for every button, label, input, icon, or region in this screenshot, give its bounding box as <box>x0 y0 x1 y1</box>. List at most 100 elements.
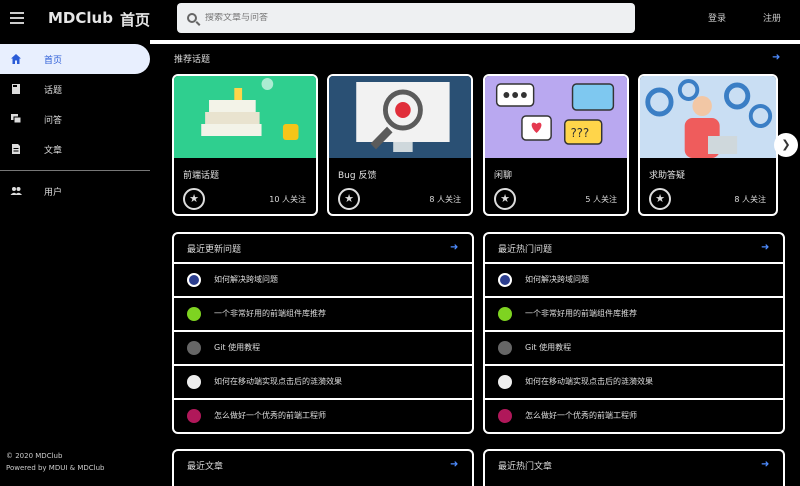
topic-cover-image <box>174 76 316 158</box>
arrow-right-icon[interactable]: ➜ <box>450 243 460 253</box>
list-item-title: 怎么做好一个优秀的前端工程师 <box>214 411 326 420</box>
carousel-next-button[interactable]: ❯ <box>774 133 798 157</box>
search-input[interactable] <box>205 13 605 23</box>
top-app-bar: MDClub 首页 登录 注册 <box>0 0 800 38</box>
avatar <box>187 341 201 355</box>
topic-card[interactable]: 前端话题 ★ 10 人关注 <box>172 74 318 216</box>
avatar <box>498 341 512 355</box>
panel-header[interactable]: 最近热门文章 ➜ <box>485 451 783 479</box>
avatar <box>498 409 512 423</box>
topic-card[interactable]: 求助答疑 ★ 8 人关注 <box>638 74 778 216</box>
avatar <box>187 273 201 287</box>
topic-name: 前端话题 <box>183 171 220 181</box>
section-title-topics: 推荐话题 <box>174 55 211 65</box>
panel-latest-questions: 最近更新问题 ➜ 如何解决跨域问题 一个非常好用的前端组件库推荐 Git 使用教… <box>172 232 474 434</box>
list-item-title: 如何解决跨域问题 <box>214 275 278 284</box>
panel-header[interactable]: 最近热门问题 ➜ <box>485 234 783 262</box>
star-icon[interactable]: ★ <box>494 188 516 210</box>
people-icon <box>10 187 22 195</box>
list-item-title: 如何在移动端实现点击后的涟漪效果 <box>214 377 342 386</box>
panel-title: 最近热门文章 <box>498 462 553 472</box>
sidebar-item-label: 问答 <box>44 115 63 126</box>
arrow-right-icon[interactable]: ➜ <box>450 460 460 470</box>
topic-cover-image <box>640 76 776 158</box>
footer-copyright: © 2020 MDClub <box>6 452 63 460</box>
list-item[interactable]: 如何解决跨域问题 <box>174 262 472 296</box>
chevron-right-icon: ❯ <box>781 138 791 151</box>
topic-cover-image: ??? <box>485 76 627 158</box>
topic-name: Bug 反馈 <box>338 171 377 181</box>
article-icon <box>12 144 20 154</box>
sidebar-item-articles[interactable]: 文章 <box>0 134 150 164</box>
sidebar-item-label: 首页 <box>44 55 63 66</box>
avatar <box>187 307 201 321</box>
panel-latest-articles: 最近文章 ➜ <box>172 449 474 486</box>
arrow-right-icon[interactable]: ➜ <box>772 53 782 63</box>
panel-header[interactable]: 最近文章 ➜ <box>174 451 472 479</box>
sidebar-item-topics[interactable]: 话题 <box>0 74 150 104</box>
list-item-title: 怎么做好一个优秀的前端工程师 <box>525 411 637 420</box>
topic-followers: 8 人关注 <box>734 195 766 204</box>
topic-name: 求助答疑 <box>649 171 686 181</box>
brand-logo[interactable]: MDClub <box>48 9 113 27</box>
list-item-title: 一个非常好用的前端组件库推荐 <box>525 309 637 318</box>
sidebar-item-users[interactable]: 用户 <box>0 176 150 206</box>
panel-hot-questions: 最近热门问题 ➜ 如何解决跨域问题 一个非常好用的前端组件库推荐 Git 使用教… <box>483 232 785 434</box>
sidebar: 首页 话题 问答 文章 用户 © 2020 MDClub Powered by … <box>0 44 152 486</box>
list-item-title: 如何解决跨域问题 <box>525 275 589 284</box>
menu-icon[interactable] <box>10 12 24 24</box>
list-item[interactable]: 如何在移动端实现点击后的涟漪效果 <box>174 364 472 398</box>
list-item[interactable]: 如何解决跨域问题 <box>485 262 783 296</box>
star-icon[interactable]: ★ <box>649 188 671 210</box>
sidebar-divider <box>0 170 150 171</box>
home-icon <box>11 54 21 64</box>
list-item[interactable]: 一个非常好用的前端组件库推荐 <box>485 296 783 330</box>
panel-title: 最近更新问题 <box>187 245 242 255</box>
sidebar-item-label: 话题 <box>44 85 63 96</box>
page-title: 首页 <box>120 11 151 29</box>
register-link[interactable]: 注册 <box>763 11 781 24</box>
list-item[interactable]: 怎么做好一个优秀的前端工程师 <box>485 398 783 432</box>
panel-title: 最近热门问题 <box>498 245 553 255</box>
topic-followers: 10 人关注 <box>269 195 306 204</box>
book-icon <box>12 84 20 94</box>
panel-title: 最近文章 <box>187 462 224 472</box>
forum-icon <box>11 114 22 124</box>
panel-header[interactable]: 最近更新问题 ➜ <box>174 234 472 262</box>
sidebar-item-questions[interactable]: 问答 <box>0 104 150 134</box>
arrow-right-icon[interactable]: ➜ <box>761 243 771 253</box>
list-item[interactable]: Git 使用教程 <box>485 330 783 364</box>
search-box[interactable] <box>177 3 635 33</box>
avatar <box>498 273 512 287</box>
avatar <box>498 375 512 389</box>
list-item[interactable]: 怎么做好一个优秀的前端工程师 <box>174 398 472 432</box>
panel-hot-articles: 最近热门文章 ➜ <box>483 449 785 486</box>
list-item-title: 如何在移动端实现点击后的涟漪效果 <box>525 377 653 386</box>
star-icon[interactable]: ★ <box>338 188 360 210</box>
list-item[interactable]: Git 使用教程 <box>174 330 472 364</box>
sidebar-item-label: 用户 <box>44 187 63 198</box>
sidebar-item-home[interactable]: 首页 <box>0 44 150 74</box>
avatar <box>187 375 201 389</box>
topic-followers: 5 人关注 <box>585 195 617 204</box>
star-icon[interactable]: ★ <box>183 188 205 210</box>
list-item-title: Git 使用教程 <box>525 343 572 352</box>
search-icon <box>187 13 197 23</box>
list-item-title: 一个非常好用的前端组件库推荐 <box>214 309 326 318</box>
list-item-title: Git 使用教程 <box>214 343 261 352</box>
topic-card[interactable]: ??? 闲聊 ★ 5 人关注 <box>483 74 629 216</box>
footer-powered-by: Powered by MDUI & MDClub <box>6 464 105 472</box>
svg-text:???: ??? <box>571 126 590 140</box>
list-item[interactable]: 如何在移动端实现点击后的涟漪效果 <box>485 364 783 398</box>
topic-name: 闲聊 <box>494 171 513 181</box>
list-item[interactable]: 一个非常好用的前端组件库推荐 <box>174 296 472 330</box>
topic-cover-image <box>329 76 471 158</box>
topic-card[interactable]: Bug 反馈 ★ 8 人关注 <box>327 74 473 216</box>
topic-followers: 8 人关注 <box>429 195 461 204</box>
sidebar-item-label: 文章 <box>44 145 63 156</box>
top-divider <box>150 40 800 44</box>
avatar <box>187 409 201 423</box>
login-link[interactable]: 登录 <box>708 11 726 24</box>
arrow-right-icon[interactable]: ➜ <box>761 460 771 470</box>
avatar <box>498 307 512 321</box>
